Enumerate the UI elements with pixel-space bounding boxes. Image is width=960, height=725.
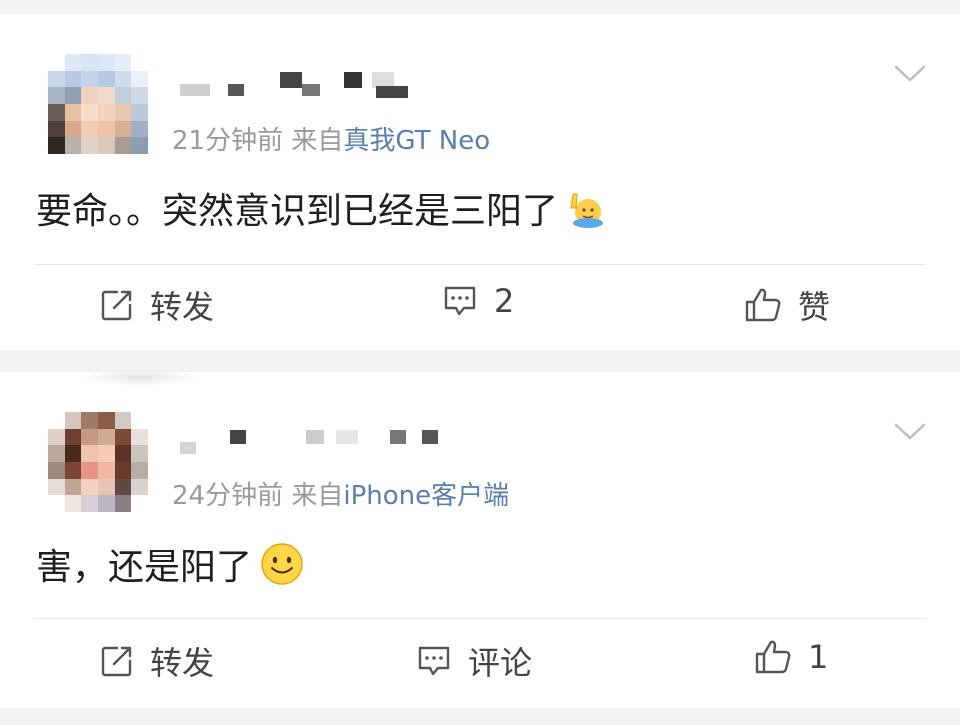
divider — [34, 618, 926, 619]
comment-label: 评论 — [468, 644, 533, 682]
post-content: 要命。。突然意识到已经是三阳了 — [36, 182, 606, 234]
smile-emoji — [261, 543, 303, 585]
repost-icon — [101, 290, 132, 321]
comment-button[interactable]: 2 — [442, 282, 514, 320]
comment-icon — [418, 646, 450, 676]
post-content: 害，还是阳了 — [36, 538, 304, 590]
post-text: 害，还是阳了 — [36, 547, 253, 588]
avatar[interactable] — [48, 54, 148, 154]
source-prefix: 来自 — [291, 126, 344, 156]
post-card: 21分钟前 来自真我GT Neo 要命。。突然意识到已经是三阳了 转发 2 赞 — [0, 14, 960, 350]
avatar[interactable] — [48, 412, 148, 512]
like-count: 1 — [808, 638, 829, 676]
post-meta: 24分钟前 来自iPhone客户端 — [172, 475, 509, 512]
repost-button[interactable]: 转发 — [100, 282, 214, 328]
post-meta: 21分钟前 来自真我GT Neo — [172, 120, 490, 157]
thumbs-up-icon — [745, 288, 781, 322]
repost-icon — [101, 646, 132, 677]
like-button[interactable]: 赞 — [744, 282, 830, 328]
post-time: 21分钟前 — [172, 126, 284, 156]
blur-artifact — [80, 368, 200, 386]
source-prefix: 来自 — [291, 481, 344, 511]
post-time: 24分钟前 — [172, 481, 284, 511]
comment-button[interactable]: 评论 — [416, 638, 532, 684]
comment-count: 2 — [494, 282, 515, 320]
chevron-down-icon[interactable] — [894, 422, 926, 442]
like-label: 赞 — [798, 288, 831, 326]
divider — [34, 264, 926, 265]
raising-hand-emoji — [570, 193, 604, 228]
repost-button[interactable]: 转发 — [100, 638, 214, 684]
post-card: 24分钟前 来自iPhone客户端 害，还是阳了 转发 评论 1 — [0, 368, 960, 708]
repost-label: 转发 — [150, 644, 215, 682]
thumbs-up-icon — [755, 640, 791, 674]
comment-icon — [444, 286, 476, 316]
source-link[interactable]: 真我GT Neo — [343, 126, 490, 156]
post-text: 要命。。突然意识到已经是三阳了 — [36, 191, 559, 232]
repost-label: 转发 — [150, 288, 215, 326]
source-link[interactable]: iPhone客户端 — [343, 481, 509, 511]
like-button[interactable]: 1 — [754, 638, 828, 676]
chevron-down-icon[interactable] — [894, 64, 926, 84]
